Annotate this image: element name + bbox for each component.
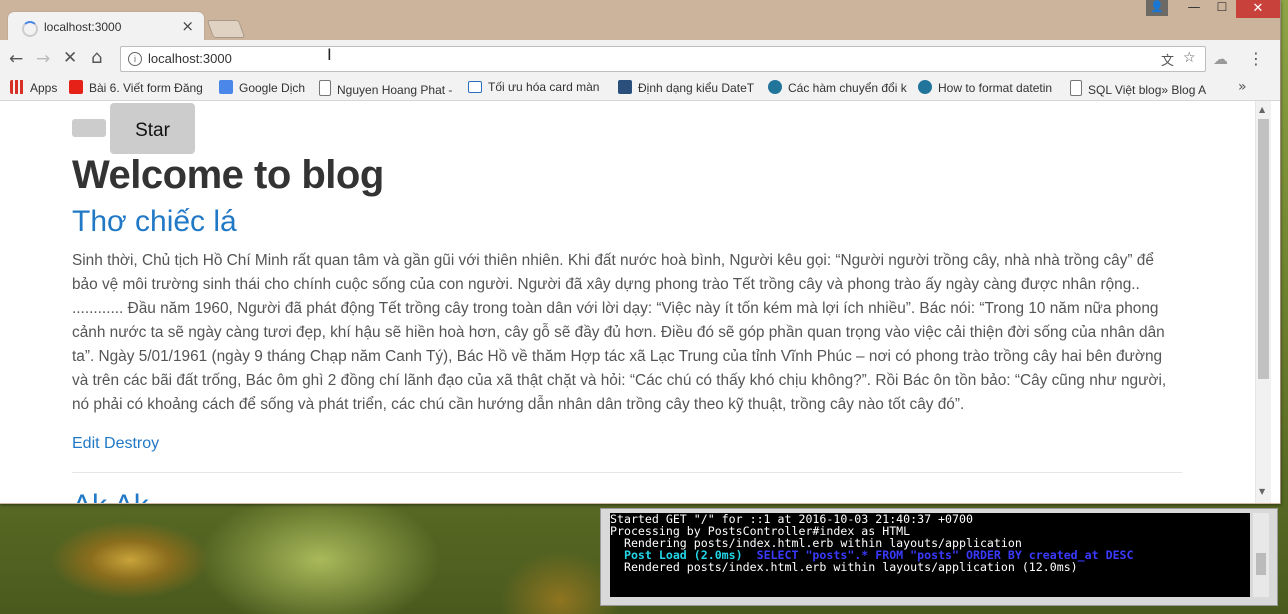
- back-arrow-icon[interactable]: ←: [9, 49, 23, 69]
- nq-icon: [468, 81, 482, 93]
- close-window-button[interactable]: ✕: [1236, 0, 1280, 18]
- bookmark-star-icon[interactable]: ☆: [1183, 50, 1196, 66]
- bookmark-item[interactable]: How to format datetin: [918, 80, 1052, 95]
- bookmark-item[interactable]: SQL Việt blog» Blog A: [1070, 80, 1206, 97]
- tab-title: localhost:3000: [44, 20, 122, 34]
- bookmark-item[interactable]: Tối ưu hóa card màn: [468, 80, 599, 94]
- loading-spinner-icon: [22, 21, 38, 37]
- post-actions: Edit Destroy: [72, 435, 159, 453]
- browser-menu-icon[interactable]: ⋮: [1248, 49, 1264, 68]
- tab-close-icon[interactable]: ×: [181, 17, 194, 35]
- stop-loading-icon[interactable]: ✕: [63, 48, 77, 68]
- scrollbar-thumb[interactable]: [1258, 119, 1269, 379]
- bookmarks-bar: Apps Bài 6. Viết form Đăng Google Dịch N…: [0, 76, 1280, 101]
- address-bar[interactable]: i localhost:3000 I 文 ☆: [120, 45, 1206, 72]
- star-button[interactable]: Star: [110, 103, 195, 154]
- page-viewport: Star Welcome to blog Thơ chiếc lá Sinh t…: [0, 101, 1280, 503]
- url-text: localhost:3000: [148, 51, 232, 66]
- user-profile-icon[interactable]: 👤: [1146, 0, 1168, 16]
- next-post-title-link[interactable]: Ak Ak: [72, 489, 149, 503]
- post-title-link[interactable]: Thơ chiếc lá: [72, 205, 237, 239]
- apps-grid-icon: [10, 80, 24, 94]
- site-info-icon[interactable]: i: [128, 52, 142, 66]
- bookmark-item[interactable]: Google Dịch: [219, 80, 305, 95]
- terminal-window: Started GET "/" for ::1 at 2016-10-03 21…: [600, 508, 1278, 606]
- terminal-output: Started GET "/" for ::1 at 2016-10-03 21…: [610, 513, 1250, 597]
- terminal-scrollbar-thumb[interactable]: [1256, 553, 1266, 575]
- minimize-button[interactable]: —: [1180, 0, 1208, 16]
- destroy-link[interactable]: Destroy: [104, 435, 159, 452]
- page-icon: [319, 80, 331, 96]
- wordpress-icon: [918, 80, 932, 94]
- bookmark-item[interactable]: Nguyen Hoang Phat -: [319, 80, 452, 97]
- edit-link[interactable]: Edit: [72, 435, 100, 452]
- scroll-up-arrow-icon[interactable]: ▲: [1259, 105, 1265, 114]
- browser-window: localhost:3000 × 👤 — ☐ ✕ ← → ✕ ⌂ i local…: [0, 0, 1281, 504]
- new-tab-button[interactable]: [206, 20, 246, 38]
- bookmark-item[interactable]: Định dạng kiểu DateT: [618, 80, 754, 95]
- google-translate-icon: [219, 80, 233, 94]
- terminal-scrollbar[interactable]: [1253, 513, 1269, 597]
- page-title: Welcome to blog: [72, 153, 384, 197]
- home-icon[interactable]: ⌂: [91, 47, 102, 68]
- title-bar: localhost:3000 × 👤 — ☐ ✕: [0, 0, 1280, 42]
- scroll-down-arrow-icon[interactable]: ▼: [1259, 487, 1265, 496]
- translate-icon[interactable]: 文: [1161, 50, 1174, 69]
- bookmark-apps[interactable]: Apps: [10, 80, 57, 95]
- post-divider: [72, 472, 1182, 473]
- text-cursor-icon: I: [327, 45, 332, 64]
- maximize-button[interactable]: ☐: [1208, 0, 1236, 16]
- page-icon: [1070, 80, 1082, 96]
- terminal-line: Rendered posts/index.html.erb within lay…: [610, 560, 1078, 574]
- cloud-extension-icon[interactable]: ☁: [1213, 50, 1228, 68]
- page-scrollbar[interactable]: ▲ ▼: [1255, 101, 1271, 503]
- bookmark-item[interactable]: Bài 6. Viết form Đăng: [69, 80, 203, 95]
- post-body: Sinh thời, Chủ tịch Hồ Chí Minh rất quan…: [72, 252, 1167, 413]
- bookmark-item[interactable]: Các hàm chuyển đổi k: [768, 80, 907, 95]
- wordpress-icon: [768, 80, 782, 94]
- browser-toolbar: ← → ✕ ⌂ i localhost:3000 I 文 ☆ ☁ ⋮: [0, 40, 1280, 76]
- youtube-icon: [69, 80, 83, 94]
- v-logo-icon: [618, 80, 632, 94]
- forward-arrow-icon[interactable]: →: [36, 49, 50, 69]
- tab-localhost[interactable]: localhost:3000 ×: [8, 12, 204, 42]
- bookmarks-overflow-icon[interactable]: »: [1238, 79, 1247, 95]
- empty-button[interactable]: [72, 119, 106, 137]
